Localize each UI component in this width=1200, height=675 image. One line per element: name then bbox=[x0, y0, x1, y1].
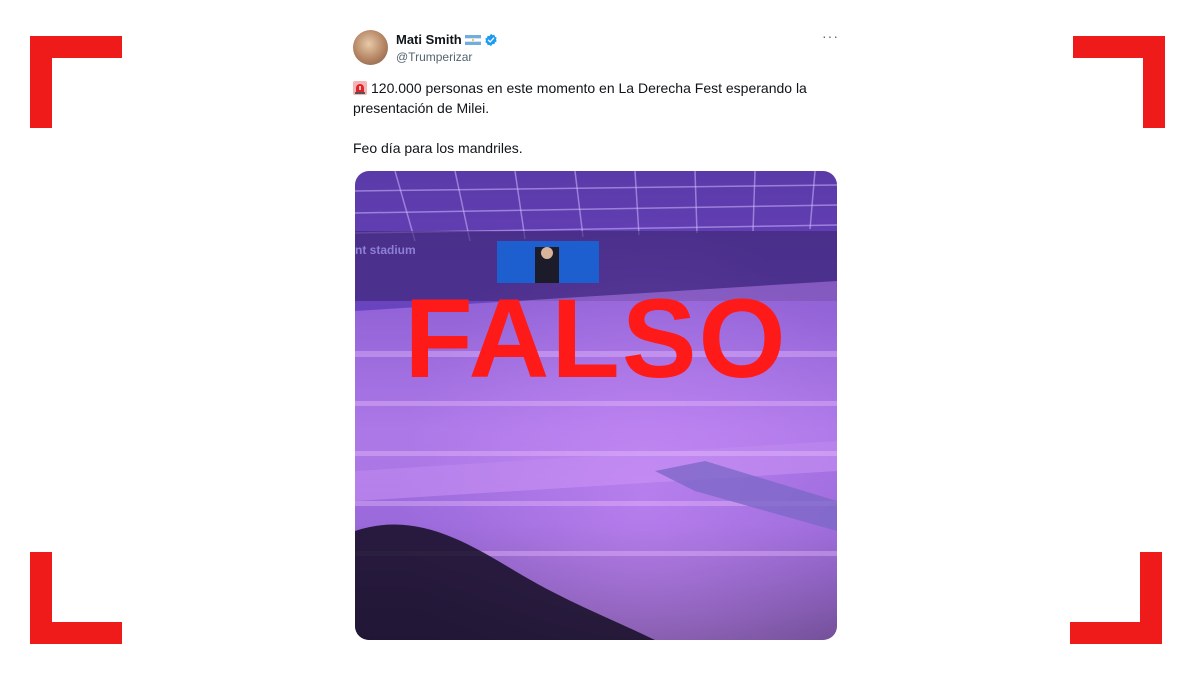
tweet-text-line-1: 120.000 personas en este momento en La D… bbox=[353, 80, 807, 116]
user-handle[interactable]: @Trumperizar bbox=[396, 50, 472, 64]
tweet-media-image[interactable]: nt stadium FALSO bbox=[355, 171, 837, 640]
corner-bracket-bottom-right bbox=[1070, 552, 1162, 644]
more-options-icon[interactable]: ··· bbox=[822, 28, 839, 44]
falso-stamp: FALSO bbox=[404, 276, 788, 401]
avatar[interactable] bbox=[353, 30, 388, 65]
verified-badge-icon bbox=[485, 33, 497, 46]
siren-emoji-icon bbox=[353, 81, 367, 95]
display-name[interactable]: Mati Smith bbox=[396, 32, 462, 47]
corner-bracket-top-right bbox=[1073, 36, 1165, 128]
corner-bracket-bottom-left bbox=[30, 552, 122, 644]
corner-bracket-top-left bbox=[30, 36, 122, 128]
stadium-photo bbox=[355, 171, 837, 640]
author-name-row: Mati Smith bbox=[396, 32, 498, 47]
arena-sign-text: nt stadium bbox=[355, 243, 416, 257]
argentina-flag-icon bbox=[464, 34, 481, 45]
tweet-text-line-2: Feo día para los mandriles. bbox=[353, 140, 523, 156]
tweet-text: 120.000 personas en este momento en La D… bbox=[353, 78, 841, 158]
